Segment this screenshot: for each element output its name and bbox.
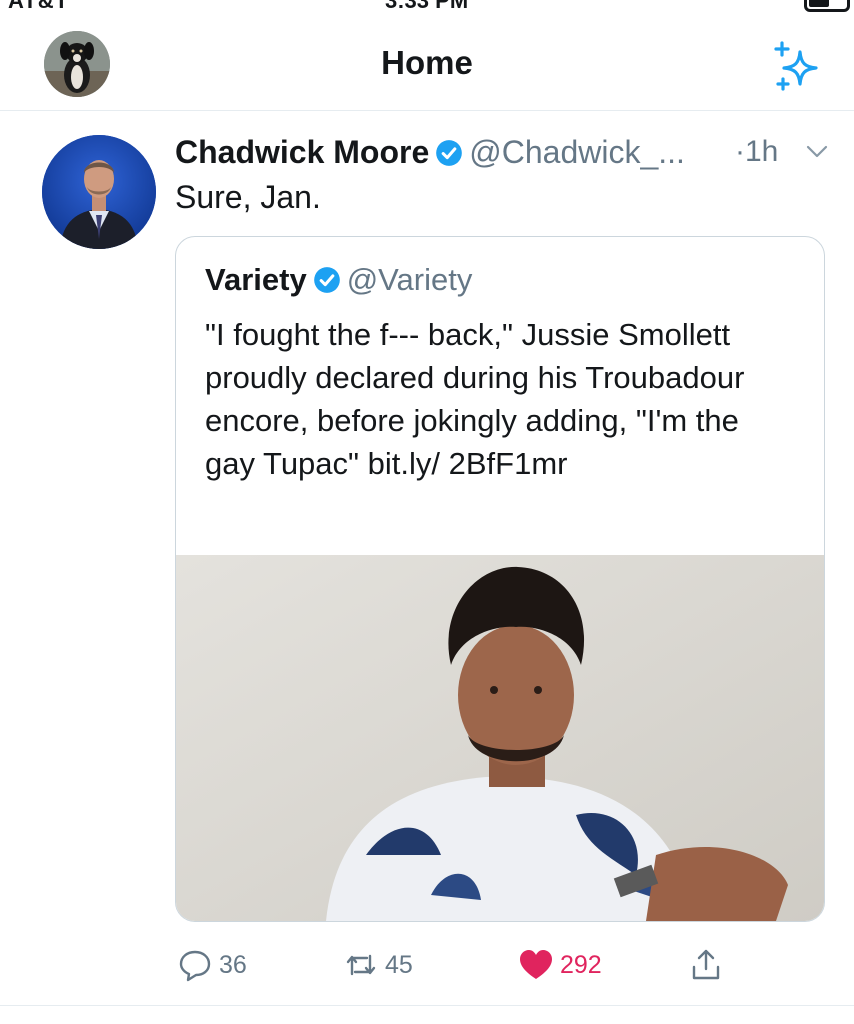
clock: 3:33 PM bbox=[385, 0, 469, 13]
quoted-tweet-photo[interactable] bbox=[176, 555, 824, 921]
tweet-timestamp[interactable]: ·1h bbox=[735, 132, 778, 172]
share-icon bbox=[692, 949, 720, 980]
retweet-button[interactable]: 45 bbox=[343, 940, 413, 990]
retweet-icon bbox=[346, 954, 376, 976]
battery-icon bbox=[804, 0, 850, 12]
retweet-count: 45 bbox=[385, 950, 413, 979]
like-count: 292 bbox=[560, 950, 602, 979]
carrier-label: AT&T bbox=[8, 0, 70, 13]
status-bar: AT&T 3:33 PM bbox=[0, 0, 854, 14]
verified-badge-icon bbox=[436, 140, 463, 166]
share-button[interactable] bbox=[688, 940, 730, 990]
home-header: Home bbox=[0, 14, 854, 111]
quoted-tweet-header: Variety @Variety bbox=[205, 260, 472, 300]
reply-count: 36 bbox=[219, 950, 247, 979]
tweet-actions: 36 45 292 bbox=[0, 940, 854, 990]
quoted-tweet-text: "I fought the f--- back," Jussie Smollet… bbox=[205, 317, 745, 481]
quoted-author-handle: @Variety bbox=[346, 262, 473, 297]
author-avatar[interactable] bbox=[42, 135, 156, 249]
heart-icon bbox=[520, 950, 552, 979]
sparkle-icon[interactable] bbox=[770, 38, 828, 96]
tweet-text: Sure, Jan. bbox=[175, 179, 321, 215]
quoted-tweet[interactable]: Variety @Variety "I fought the f--- back… bbox=[175, 236, 825, 922]
reply-icon bbox=[179, 950, 211, 982]
quoted-author-name: Variety bbox=[205, 262, 307, 297]
like-button[interactable]: 292 bbox=[518, 940, 602, 990]
reply-button[interactable]: 36 bbox=[177, 940, 247, 990]
author-avatar-image bbox=[42, 135, 156, 249]
author-name[interactable]: Chadwick Moore bbox=[175, 134, 429, 170]
chevron-down-icon[interactable] bbox=[805, 144, 829, 160]
page-title: Home bbox=[381, 44, 473, 81]
verified-badge-icon bbox=[313, 267, 340, 293]
author-handle[interactable]: @Chadwick_... bbox=[469, 134, 685, 170]
tweet[interactable]: Chadwick Moore @Chadwick_... ·1h Sure, J… bbox=[0, 110, 854, 1006]
